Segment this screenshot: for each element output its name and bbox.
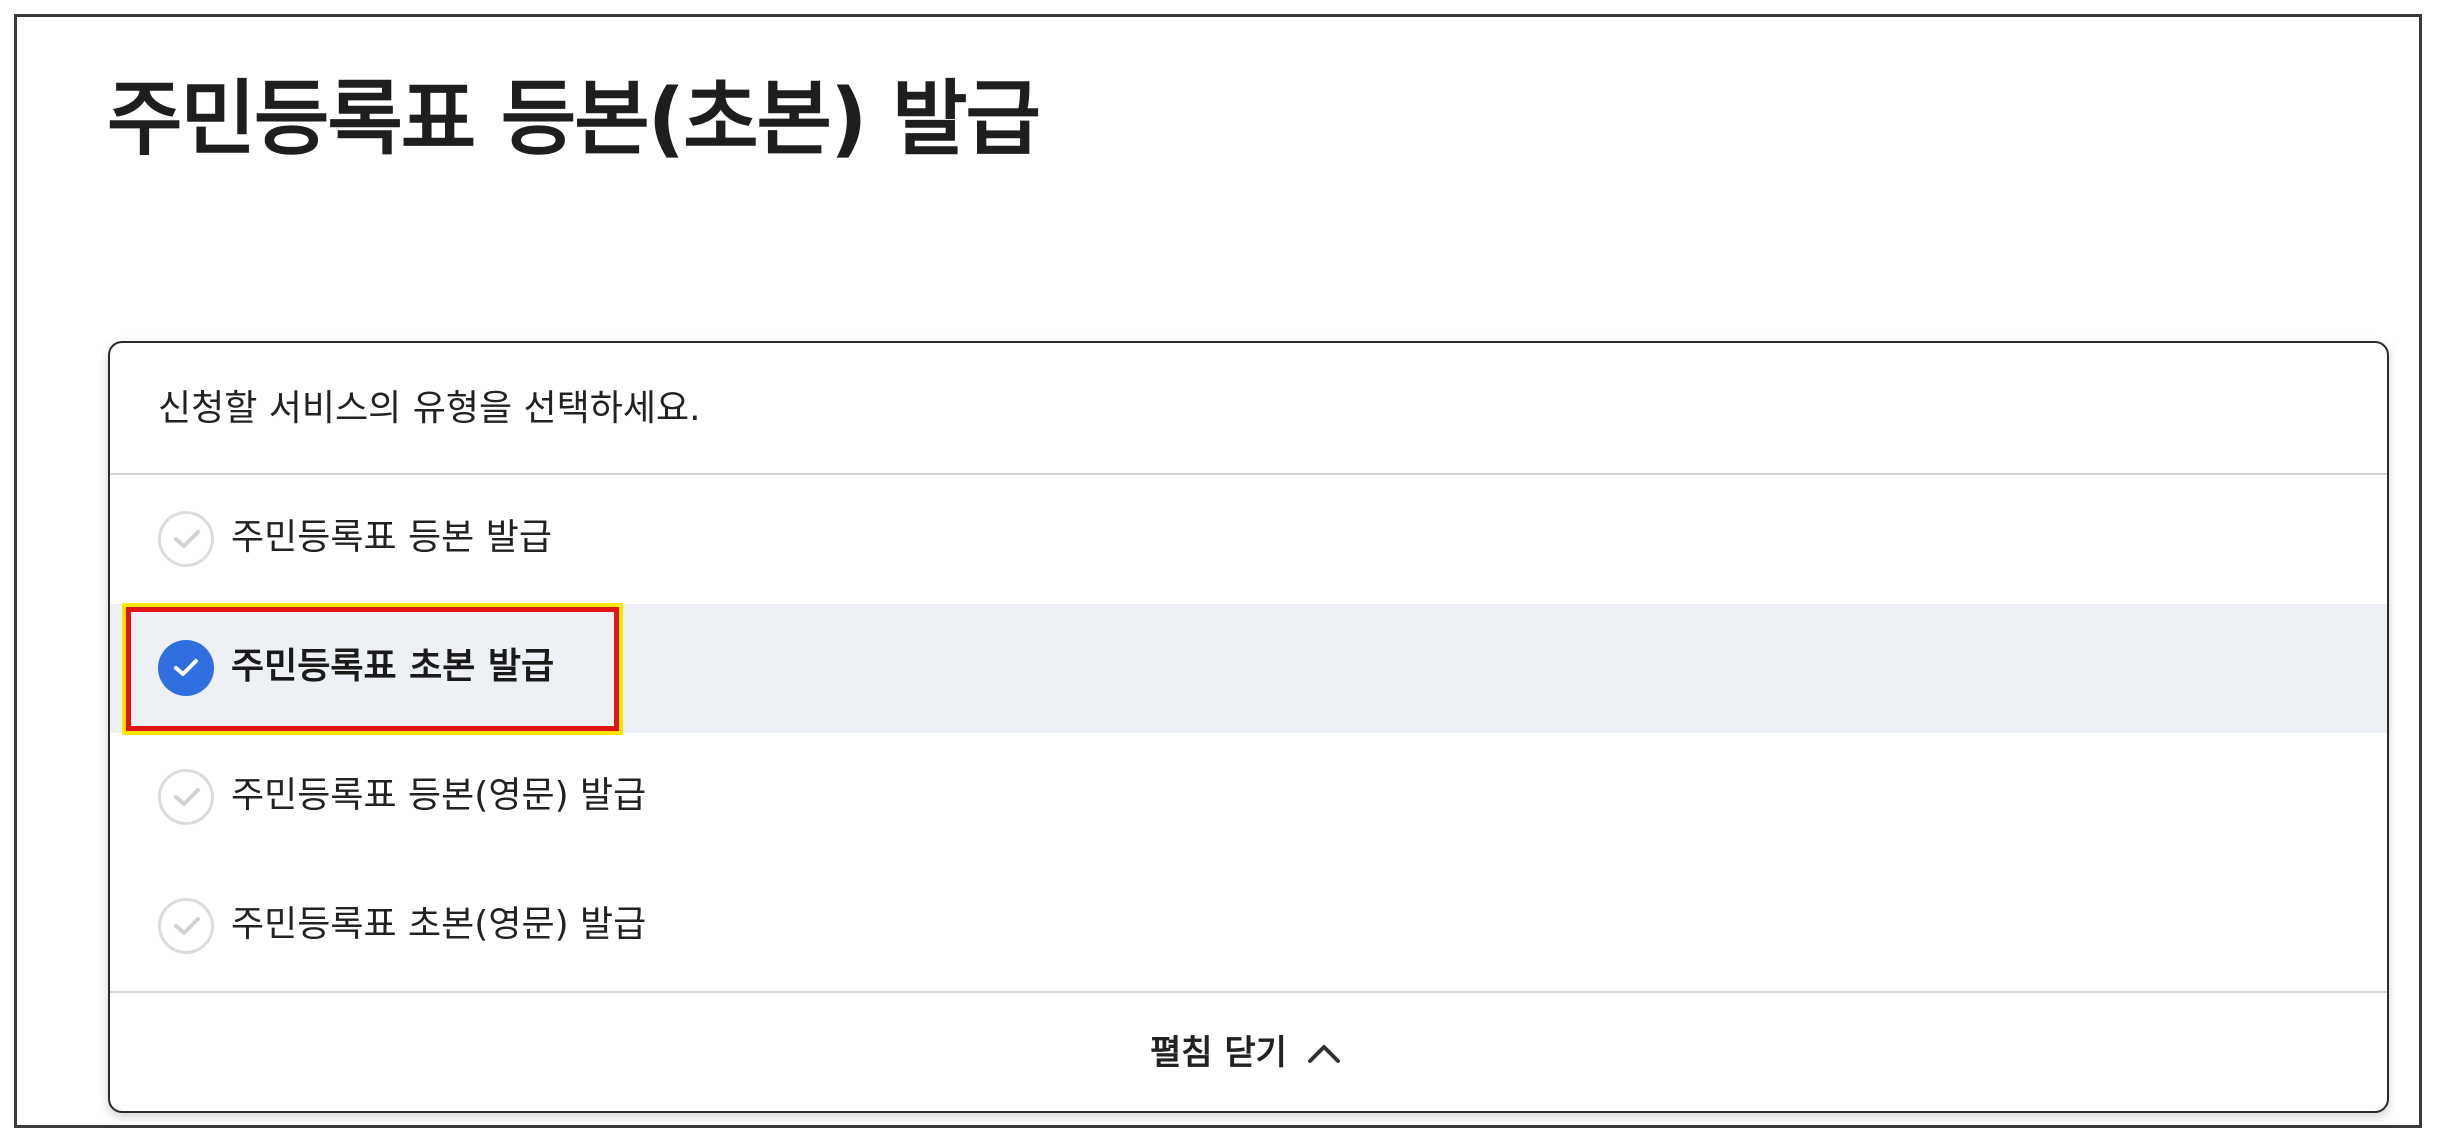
option-label: 주민등록표 등본(영문) 발급 [231, 775, 647, 816]
check-icon [158, 769, 214, 825]
collapse-label: 펼침 닫기 [1150, 1033, 1287, 1073]
service-option-list: 주민등록표 등본 발급 주민등록표 초본 발급 주민등록표 등본(영문) 발급 [110, 475, 2387, 991]
panel-prompt: 신청할 서비스의 유형을 선택하세요. [158, 388, 701, 429]
option-label: 주민등록표 초본(영문) 발급 [231, 904, 647, 945]
collapse-button[interactable]: 펼침 닫기 [110, 993, 2387, 1111]
chevron-up-icon [1306, 1041, 1342, 1069]
option-label: 주민등록표 등본 발급 [231, 517, 552, 558]
option-resident-copy-english[interactable]: 주민등록표 등본(영문) 발급 [110, 733, 2387, 862]
service-type-panel: 신청할 서비스의 유형을 선택하세요. 주민등록표 등본 발급 주민등록표 초본… [108, 341, 2389, 1113]
check-icon [158, 511, 214, 567]
option-label: 주민등록표 초본 발급 [231, 646, 555, 687]
check-icon [158, 640, 214, 696]
panel-header: 신청할 서비스의 유형을 선택하세요. [110, 343, 2387, 475]
page-title: 주민등록표 등본(초본) 발급 [107, 72, 1041, 167]
option-resident-abstract[interactable]: 주민등록표 초본 발급 [110, 603, 2387, 735]
check-icon [158, 898, 214, 954]
option-resident-copy[interactable]: 주민등록표 등본 발급 [110, 475, 2387, 604]
panel-footer: 펼침 닫기 [110, 991, 2387, 1111]
option-resident-abstract-english[interactable]: 주민등록표 초본(영문) 발급 [110, 862, 2387, 991]
page-frame: 주민등록표 등본(초본) 발급 신청할 서비스의 유형을 선택하세요. 주민등록… [14, 14, 2422, 1128]
